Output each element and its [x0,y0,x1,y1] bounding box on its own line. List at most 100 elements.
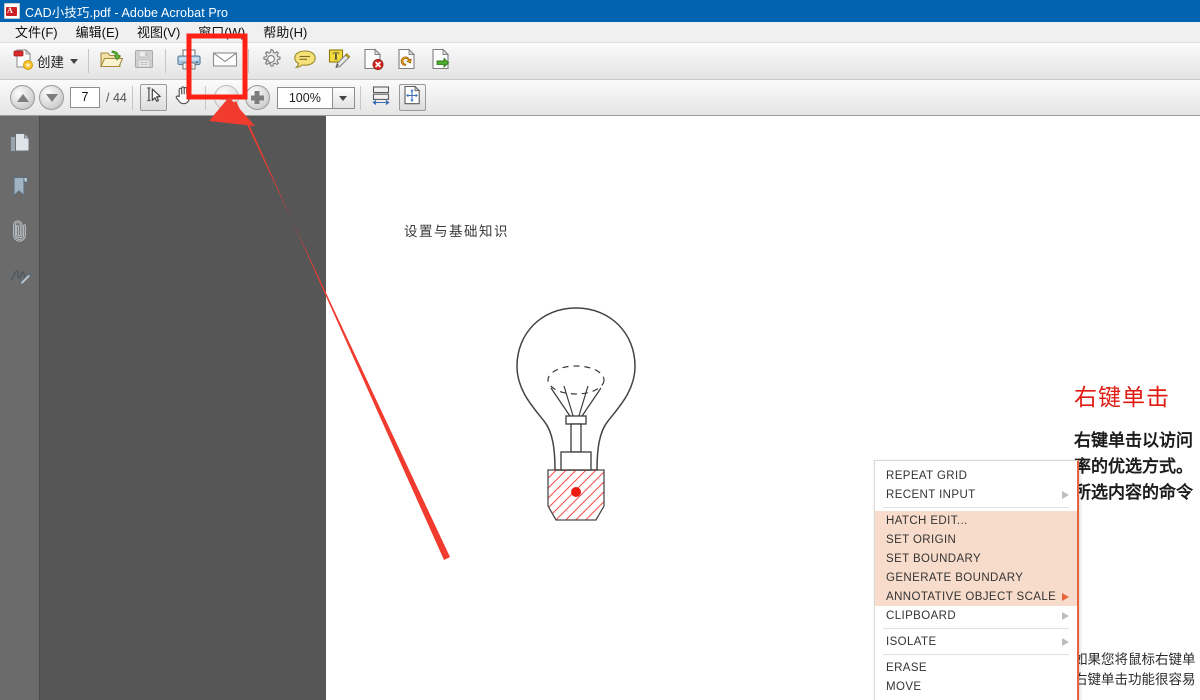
menu-bar: 文件(F) 编辑(E) 视图(V) 窗口(W) 帮助(H) [0,22,1200,43]
toolbar-separator [360,86,361,110]
body-line-1: 右键单击以访问 [1074,428,1193,454]
tools-button[interactable] [255,46,287,77]
toolbar-separator [88,49,89,73]
menu-edit[interactable]: 编辑(E) [67,20,128,44]
context-menu-item-generate-boundary[interactable]: GENERATE BOUNDARY [875,568,1077,587]
gear-icon [259,47,283,76]
create-button-label: 创建 [37,51,64,71]
context-menu[interactable]: REPEAT GRID RECENT INPUT HATCH EDIT... S… [874,460,1079,700]
context-menu-item-label: ERASE [886,662,1069,674]
fit-width-button[interactable] [368,84,395,111]
toolbar-separator [248,49,249,73]
context-menu-item-set-origin[interactable]: SET ORIGIN [875,530,1077,549]
chevron-down-icon[interactable] [70,59,78,64]
delete-page-icon [361,47,385,76]
acrobat-window: CAD小技巧.pdf - Adobe Acrobat Pro 文件(F) 编辑(… [0,0,1200,700]
rotate-page-icon [395,47,419,76]
context-menu-item-isolate[interactable]: ISOLATE [875,632,1077,651]
zoom-level-input[interactable]: 100% [277,87,333,109]
email-button[interactable] [208,46,242,77]
page-total-label: / 44 [106,91,127,105]
comment-button[interactable] [289,46,321,77]
context-menu-item-label: RECENT INPUT [886,489,1062,501]
context-menu-item-label: GENERATE BOUNDARY [886,572,1069,584]
context-menu-item-label: CLIPBOARD [886,610,1062,622]
page-thumbnails-icon [7,130,33,161]
svg-text:T: T [333,51,340,62]
context-menu-item-set-boundary[interactable]: SET BOUNDARY [875,549,1077,568]
context-menu-item-label: HATCH EDIT... [886,515,1069,527]
text-edit-icon: T [327,47,351,76]
context-menu-item-label: ANNOTATIVE OBJECT SCALE [886,591,1062,603]
bookmark-icon [7,174,33,205]
menu-separator [883,654,1069,655]
page-thumbnails-button[interactable] [4,128,36,162]
navigation-rail [0,116,40,700]
next-page-button[interactable] [39,85,64,110]
acrobat-logo-icon [4,3,20,19]
submenu-arrow-icon [1062,593,1069,601]
context-menu-item-hatch-edit[interactable]: HATCH EDIT... [875,511,1077,530]
print-icon [176,47,202,76]
context-menu-item-repeat-grid[interactable]: REPEAT GRID [875,466,1077,485]
footer-line-2: 右键单击功能很容易 [1074,670,1196,690]
fit-page-icon [401,84,423,111]
zoom-out-button[interactable] [214,85,239,110]
menu-view[interactable]: 视图(V) [128,20,189,44]
create-pdf-icon [11,47,35,76]
main-toolbar: 创建 [0,43,1200,80]
attachment-button[interactable] [4,216,36,250]
create-pdf-button[interactable]: 创建 [7,46,82,77]
hand-tool-button[interactable] [171,84,198,111]
toolbar-separator [205,86,206,110]
page-number-input[interactable]: 7 [70,87,100,108]
hand-icon [173,84,195,111]
export-page-button[interactable] [425,46,457,77]
menu-window[interactable]: 窗口(W) [189,20,254,44]
menu-help[interactable]: 帮助(H) [254,20,316,44]
context-menu-item-label: MOVE [886,681,1069,693]
context-menu-item-erase[interactable]: ERASE [875,658,1077,677]
toolbar-separator [165,49,166,73]
menu-file[interactable]: 文件(F) [6,20,67,44]
open-file-button[interactable] [95,46,127,77]
save-icon [133,48,155,75]
open-file-icon [99,47,123,76]
right-column-title: 右键单击 [1074,378,1170,412]
export-page-icon [429,47,453,76]
previous-page-button[interactable] [10,85,35,110]
signature-button[interactable] [4,260,36,294]
submenu-arrow-icon [1062,612,1069,620]
context-menu-item-copy-selection[interactable]: COPY SELECTION [875,696,1077,700]
arrow-down-icon [46,94,58,102]
context-menu-item-label: SET BOUNDARY [886,553,1069,565]
document-viewer[interactable]: 设置与基础知识 [40,116,1200,700]
comment-icon [293,48,317,75]
bookmark-button[interactable] [4,172,36,206]
zoom-dropdown-button[interactable] [333,87,355,109]
pdf-page: 设置与基础知识 [326,116,1200,700]
fit-width-icon [370,84,392,111]
right-column-footer: 如果您将鼠标右键单 右键单击功能很容易 [1074,650,1196,690]
menu-separator [883,507,1069,508]
rotate-page-button[interactable] [391,46,423,77]
arrow-up-icon [17,94,29,102]
right-column-body: 右键单击以访问 率的优选方式。 所选内容的命令 [1074,428,1193,506]
context-menu-item-clipboard[interactable]: CLIPBOARD [875,606,1077,625]
select-text-tool-button[interactable] [140,84,167,111]
signature-icon [7,262,33,293]
print-button[interactable] [172,46,206,77]
context-menu-item-label: SET ORIGIN [886,534,1069,546]
select-text-icon [143,85,163,110]
window-title: CAD小技巧.pdf - Adobe Acrobat Pro [25,2,228,21]
submenu-arrow-icon [1062,491,1069,499]
zoom-in-button[interactable] [245,85,270,110]
lightbulb-hatched-icon [506,302,646,545]
text-edit-button[interactable]: T [323,46,355,77]
fit-page-button[interactable] [399,84,426,111]
save-button[interactable] [129,46,159,77]
delete-page-button[interactable] [357,46,389,77]
context-menu-item-move[interactable]: MOVE [875,677,1077,696]
context-menu-item-annotative-object-scale[interactable]: ANNOTATIVE OBJECT SCALE [875,587,1077,606]
context-menu-item-recent-input[interactable]: RECENT INPUT [875,485,1077,504]
